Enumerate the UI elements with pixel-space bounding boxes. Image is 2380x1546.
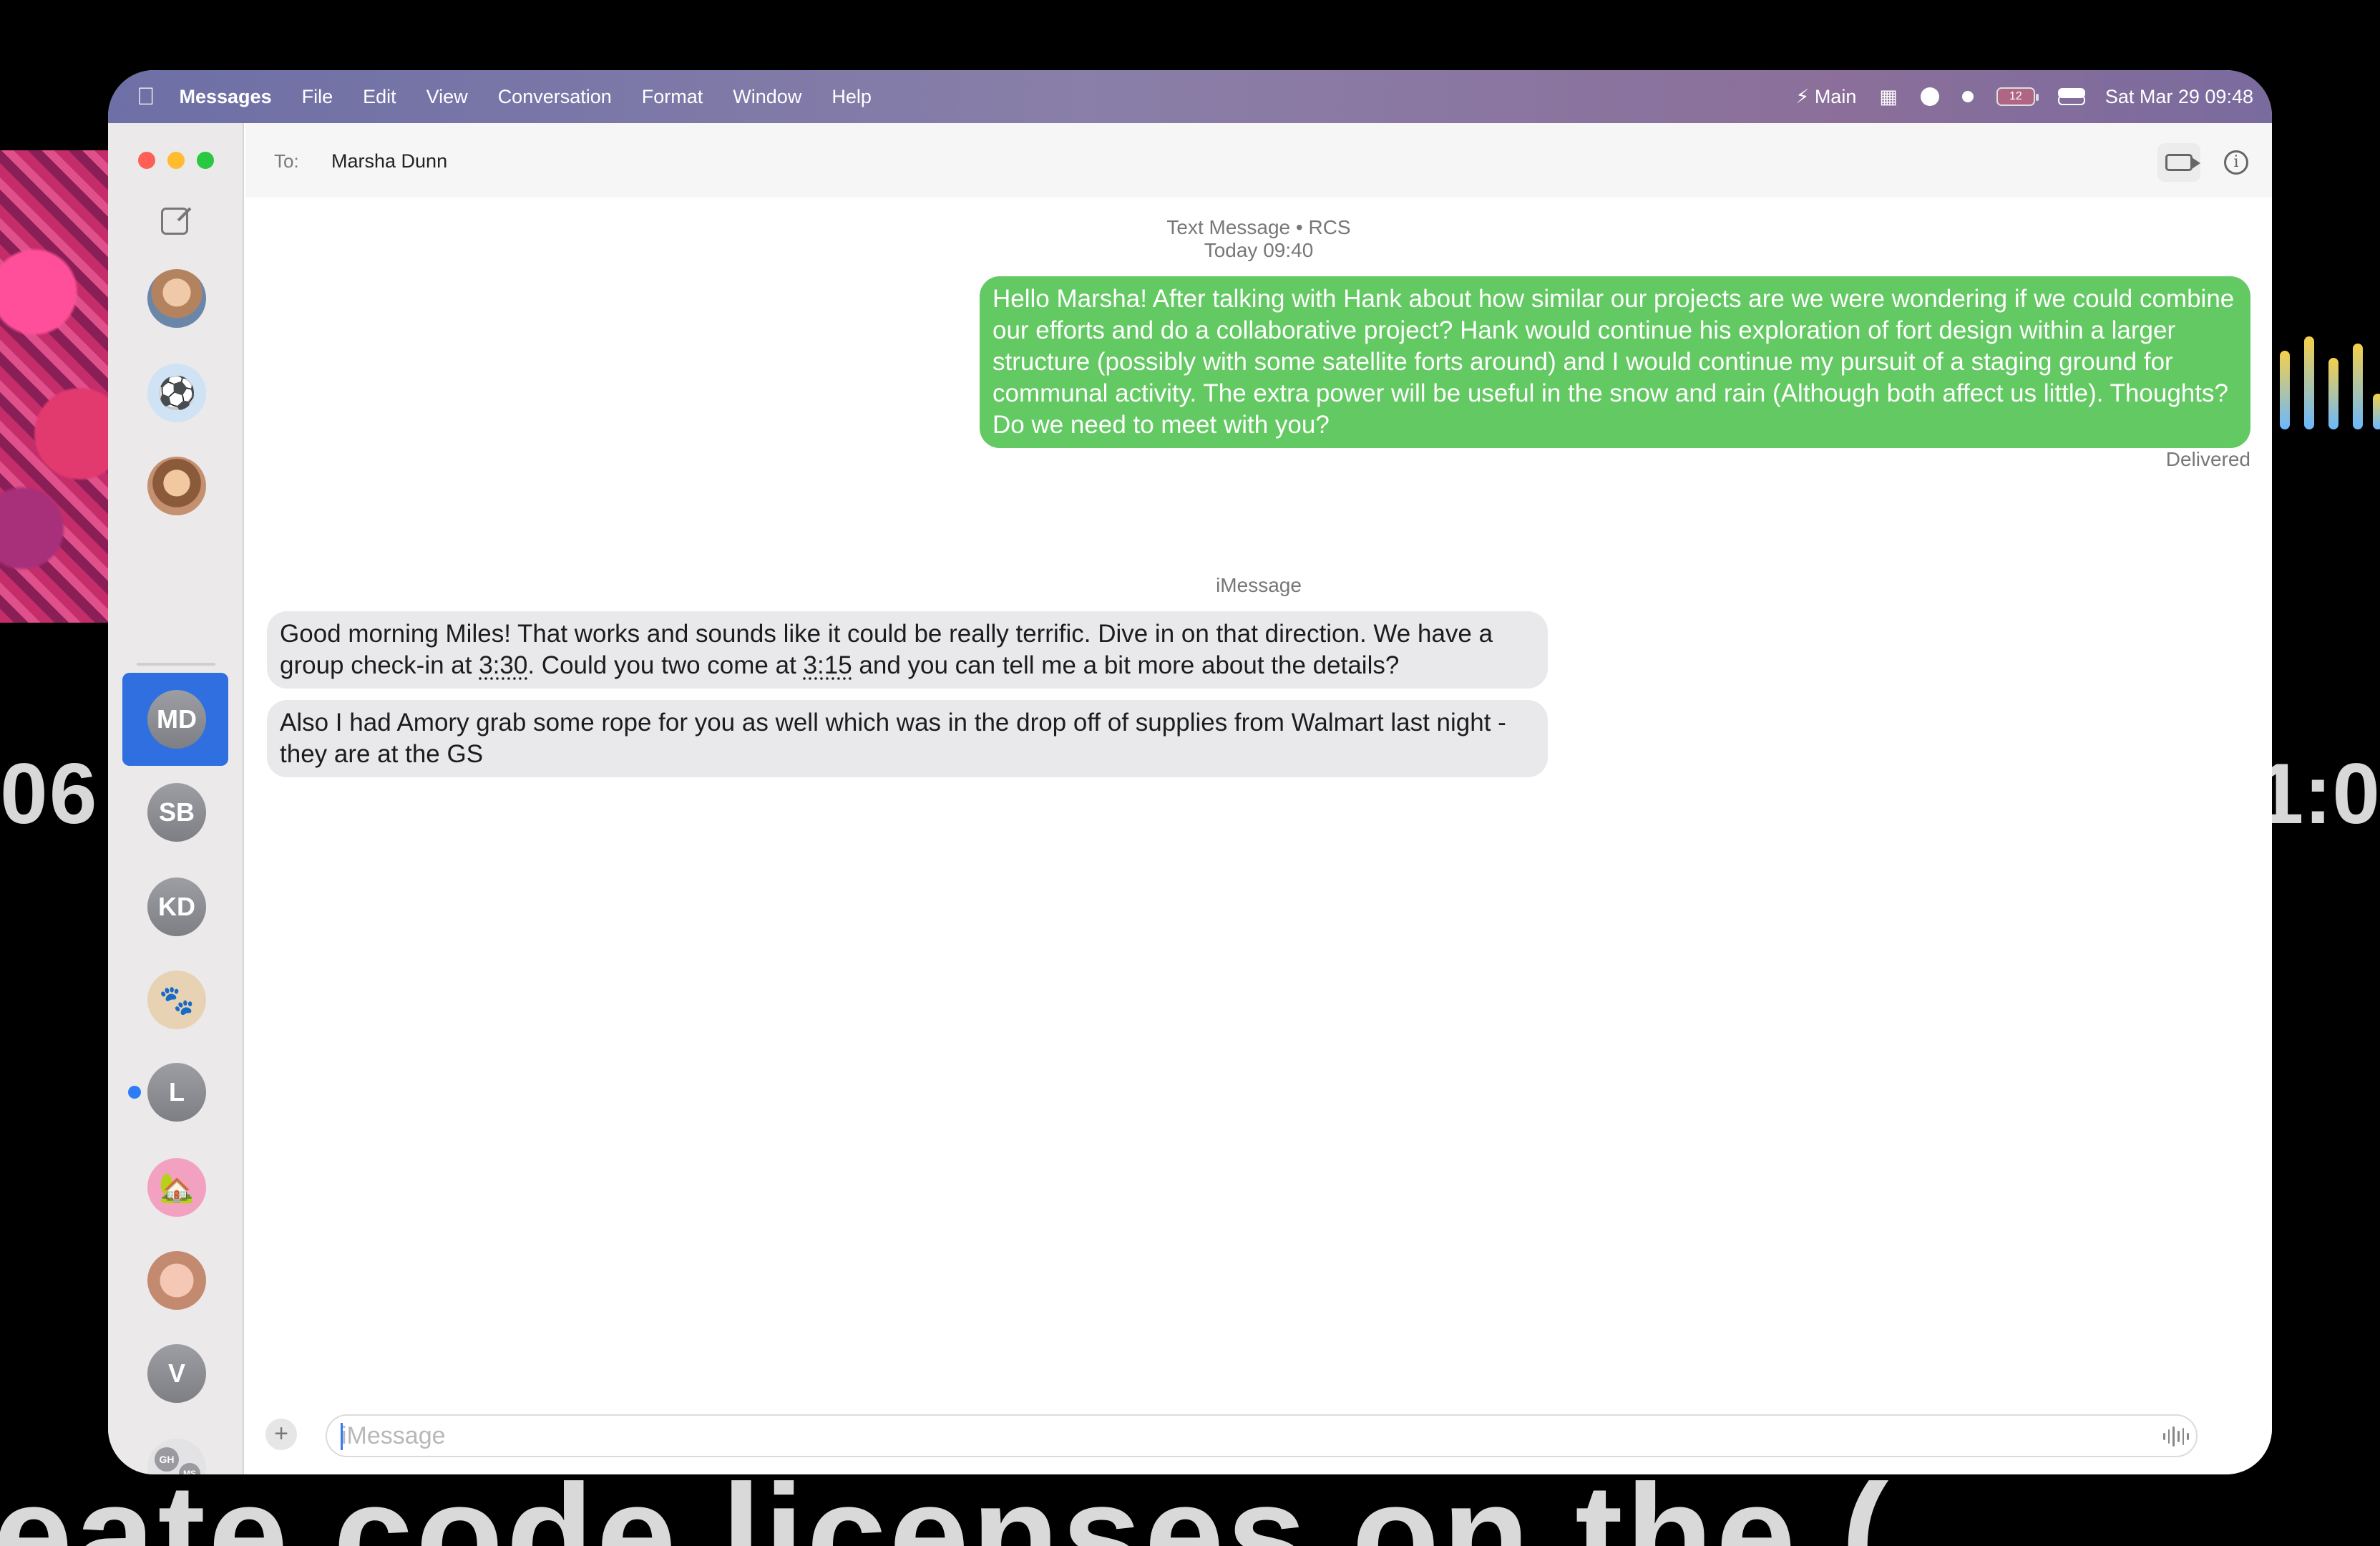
- focus-status[interactable]: ⚡ Main: [1795, 86, 1856, 108]
- time-link[interactable]: 3:15: [804, 651, 852, 679]
- details-button[interactable]: i: [2215, 143, 2258, 182]
- received-message-bubble[interactable]: Also I had Amory grab some rope for you …: [267, 700, 1548, 777]
- soccer-ball-icon: ⚽: [157, 376, 197, 411]
- bolt-icon: ⚡: [1795, 85, 1810, 107]
- group-member-ms: MS: [179, 1463, 200, 1474]
- conversation-sidebar: ⚽ MD SB KD 🐾 L 🏡 V GH MS: [108, 123, 244, 1474]
- conversation-avatar-photo-2[interactable]: [147, 457, 206, 515]
- imessage-label: iMessage: [1216, 574, 1302, 596]
- dot-status-icon[interactable]: [1961, 91, 1974, 102]
- clock[interactable]: Sat Mar 29 09:48: [2105, 86, 2253, 108]
- house-icon: 🏡: [159, 1172, 195, 1204]
- message-input[interactable]: [326, 1414, 2198, 1457]
- pinned-divider: [137, 663, 215, 666]
- delivered-status: Delivered: [2165, 448, 2250, 470]
- background-number-left: 06: [0, 746, 99, 842]
- conversation-avatar-paws[interactable]: 🐾: [147, 971, 206, 1029]
- text-caret: [341, 1423, 343, 1450]
- service-label: Text Message • RCS: [1166, 216, 1351, 238]
- conversation-avatar-house[interactable]: 🏡: [147, 1158, 206, 1217]
- to-label: To:: [274, 150, 299, 172]
- conversation-avatar-photo-3[interactable]: [147, 1251, 206, 1310]
- recipient-name[interactable]: Marsha Dunn: [331, 150, 447, 172]
- info-icon: i: [2224, 150, 2248, 175]
- timestamp: Today 09:40: [1204, 239, 1314, 261]
- window-controls: [138, 152, 214, 169]
- conversation-avatar-l[interactable]: L: [147, 1063, 206, 1122]
- zoom-button[interactable]: [197, 152, 214, 169]
- conversation-avatar-group[interactable]: GH MS: [147, 1439, 206, 1474]
- compose-icon[interactable]: [161, 208, 188, 235]
- menu-app-name[interactable]: Messages: [180, 86, 272, 108]
- composer-bar: +: [245, 1386, 2272, 1474]
- menu-help[interactable]: Help: [831, 86, 872, 108]
- menu-window[interactable]: Window: [733, 86, 801, 108]
- battery-icon[interactable]: 12: [1996, 87, 2039, 106]
- add-attachment-button[interactable]: +: [265, 1419, 297, 1450]
- control-center-icon[interactable]: [2057, 88, 2085, 105]
- unread-indicator: [128, 1086, 141, 1099]
- conversation-avatar-soccer[interactable]: ⚽: [147, 364, 206, 422]
- time-link[interactable]: 3:30: [479, 651, 527, 679]
- background-artwork: [0, 150, 114, 623]
- status-area: ⚡ Main ▦ 12 Sat Mar 29 09:48: [1795, 86, 2253, 108]
- background-number-right: 1:0: [2255, 746, 2380, 842]
- focus-label: Main: [1814, 85, 1857, 107]
- audio-message-icon[interactable]: [2163, 1426, 2190, 1447]
- message-text: . Could you two come at: [527, 651, 804, 679]
- menu-bar:  Messages File Edit View Conversation F…: [108, 70, 2272, 123]
- conversation-avatar-kd[interactable]: KD: [147, 877, 206, 936]
- conversation-avatar-photo-1[interactable]: [147, 269, 206, 328]
- messages-window:  Messages File Edit View Conversation F…: [108, 70, 2272, 1474]
- conversation-avatar-sb[interactable]: SB: [147, 783, 206, 842]
- conversation-avatar-md[interactable]: MD: [147, 690, 206, 749]
- conversation-header: To: Marsha Dunn i: [245, 123, 2272, 198]
- paws-icon: 🐾: [159, 984, 195, 1016]
- message-text: and you can tell me a bit more about the…: [852, 651, 1400, 679]
- received-message-bubble[interactable]: Good morning Miles! That works and sound…: [267, 611, 1548, 689]
- plus-icon: +: [274, 1420, 288, 1447]
- sent-message-bubble[interactable]: Hello Marsha! After talking with Hank ab…: [980, 276, 2250, 448]
- menu-file[interactable]: File: [302, 86, 333, 108]
- conversation-avatar-v[interactable]: V: [147, 1344, 206, 1403]
- facetime-button[interactable]: [2157, 143, 2200, 182]
- group-member-gh: GH: [155, 1447, 179, 1472]
- background-audio-bars: [2266, 336, 2380, 429]
- calendar-icon[interactable]: ▦: [1879, 86, 1898, 108]
- menu-view[interactable]: View: [426, 86, 468, 108]
- menu-conversation[interactable]: Conversation: [498, 86, 612, 108]
- menu-edit[interactable]: Edit: [363, 86, 396, 108]
- message-transcript: Text Message • RCS Today 09:40 Hello Mar…: [245, 198, 2272, 1386]
- menu-format[interactable]: Format: [642, 86, 703, 108]
- apple-menu-icon[interactable]: : [137, 83, 155, 111]
- close-button[interactable]: [138, 152, 155, 169]
- circle-status-icon[interactable]: [1920, 87, 1939, 106]
- minimize-button[interactable]: [167, 152, 185, 169]
- video-camera-icon: [2165, 154, 2200, 171]
